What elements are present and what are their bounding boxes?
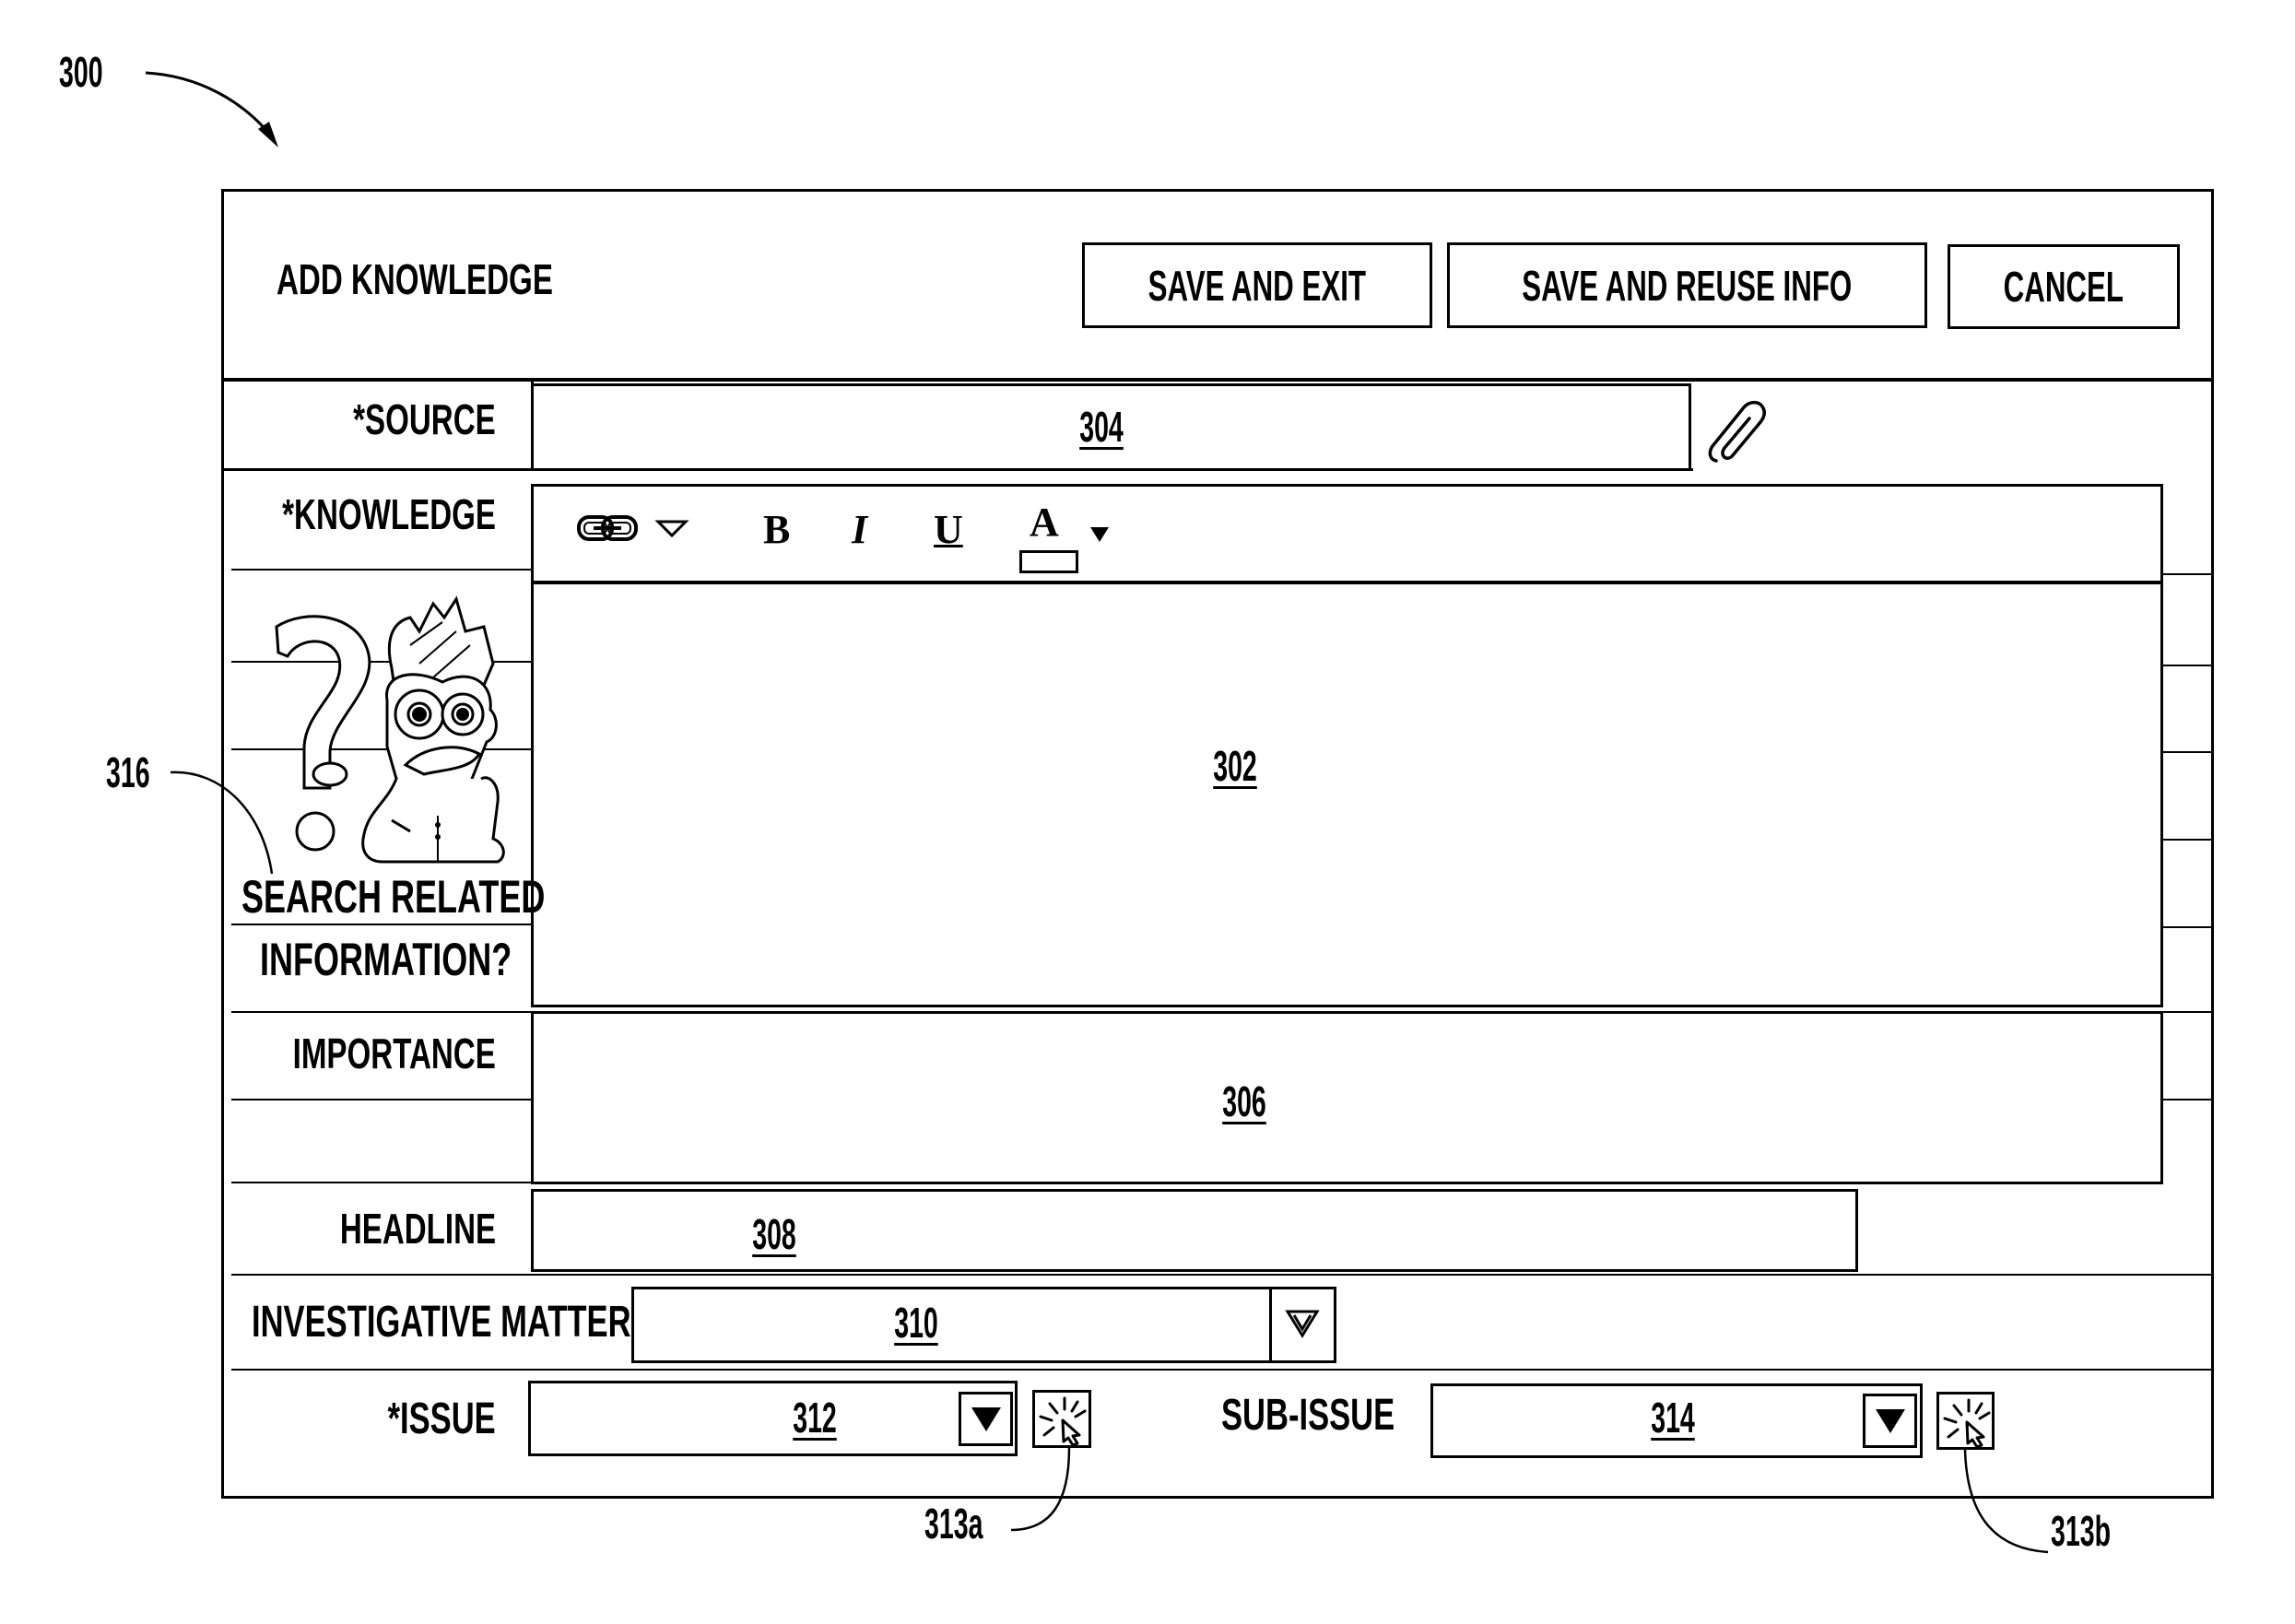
figure-ref-313a: 313a bbox=[924, 1500, 983, 1548]
figure-ref-313b: 313b bbox=[2051, 1507, 2112, 1555]
leader-313-icon bbox=[1010, 1447, 2049, 1554]
